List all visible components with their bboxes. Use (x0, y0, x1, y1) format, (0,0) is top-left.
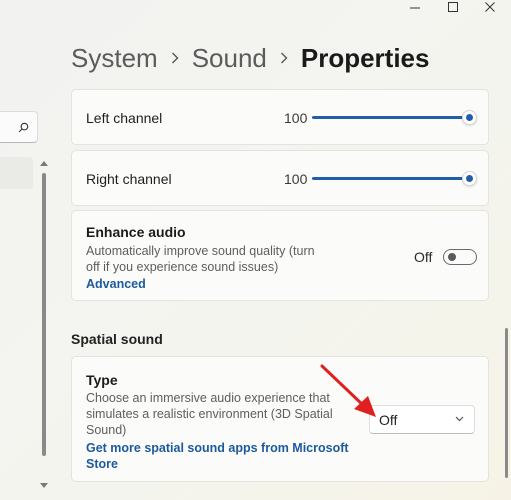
left-channel-slider-thumb[interactable] (462, 110, 477, 125)
breadcrumb-sound[interactable]: Sound (192, 43, 267, 74)
spatial-description-2: simulates a realistic environment (3D Sp… (86, 407, 333, 421)
right-channel-label: Right channel (86, 171, 172, 187)
enhance-audio-description-2: off if you experience sound issues) (86, 260, 279, 274)
close-button[interactable] (475, 0, 505, 14)
spatial-apps-link-2[interactable]: Store (86, 456, 118, 472)
scroll-down-icon[interactable] (40, 483, 48, 489)
minimize-button[interactable] (400, 0, 430, 14)
content-scrollbar[interactable] (505, 328, 508, 478)
chevron-down-icon (455, 416, 464, 422)
enhance-audio-toggle-label: Off (414, 249, 433, 265)
left-channel-card: Left channel 100 (71, 89, 489, 145)
settings-window: System Sound Properties Left channel 100… (0, 0, 511, 500)
left-channel-label: Left channel (86, 110, 163, 126)
sidebar-item-selected[interactable] (0, 157, 33, 189)
spatial-apps-link-1[interactable]: Get more spatial sound apps from Microso… (86, 440, 349, 456)
enhance-audio-toggle[interactable] (443, 249, 477, 265)
toggle-knob (448, 253, 456, 261)
scroll-up-icon[interactable] (40, 160, 48, 166)
search-icon (18, 120, 29, 138)
right-channel-slider-thumb[interactable] (462, 171, 477, 186)
chevron-right-icon (280, 52, 288, 64)
maximize-button[interactable] (438, 0, 468, 14)
chevron-right-icon (171, 52, 179, 64)
spatial-description-3: Sound) (86, 423, 127, 437)
breadcrumb: System Sound Properties (71, 40, 429, 76)
enhance-audio-title: Enhance audio (86, 224, 186, 240)
page-title: Properties (300, 42, 430, 73)
search-input[interactable] (0, 111, 38, 143)
sidebar-scrollbar[interactable] (42, 173, 46, 456)
maximize-icon (448, 2, 458, 12)
spatial-sound-dropdown[interactable]: Off (369, 405, 475, 434)
spatial-sound-section-title: Spatial sound (71, 331, 163, 347)
left-channel-value: 100 (284, 110, 308, 126)
enhance-audio-card: Enhance audio Automatically improve soun… (71, 210, 489, 301)
spatial-sound-dropdown-value: Off (379, 412, 398, 428)
breadcrumb-system[interactable]: System (71, 43, 158, 74)
advanced-link[interactable]: Advanced (86, 276, 146, 292)
right-channel-value: 100 (284, 171, 308, 187)
close-icon (485, 2, 495, 12)
spatial-type-title: Type (86, 372, 118, 388)
left-channel-slider-track[interactable] (312, 116, 470, 119)
annotation-arrow-icon (320, 364, 376, 417)
right-channel-slider-track[interactable] (312, 177, 470, 180)
right-channel-card: Right channel 100 (71, 150, 489, 206)
minimize-icon (410, 7, 420, 9)
enhance-audio-description-1: Automatically improve sound quality (tur… (86, 244, 315, 258)
spatial-description-1: Choose an immersive audio experience tha… (86, 391, 330, 405)
